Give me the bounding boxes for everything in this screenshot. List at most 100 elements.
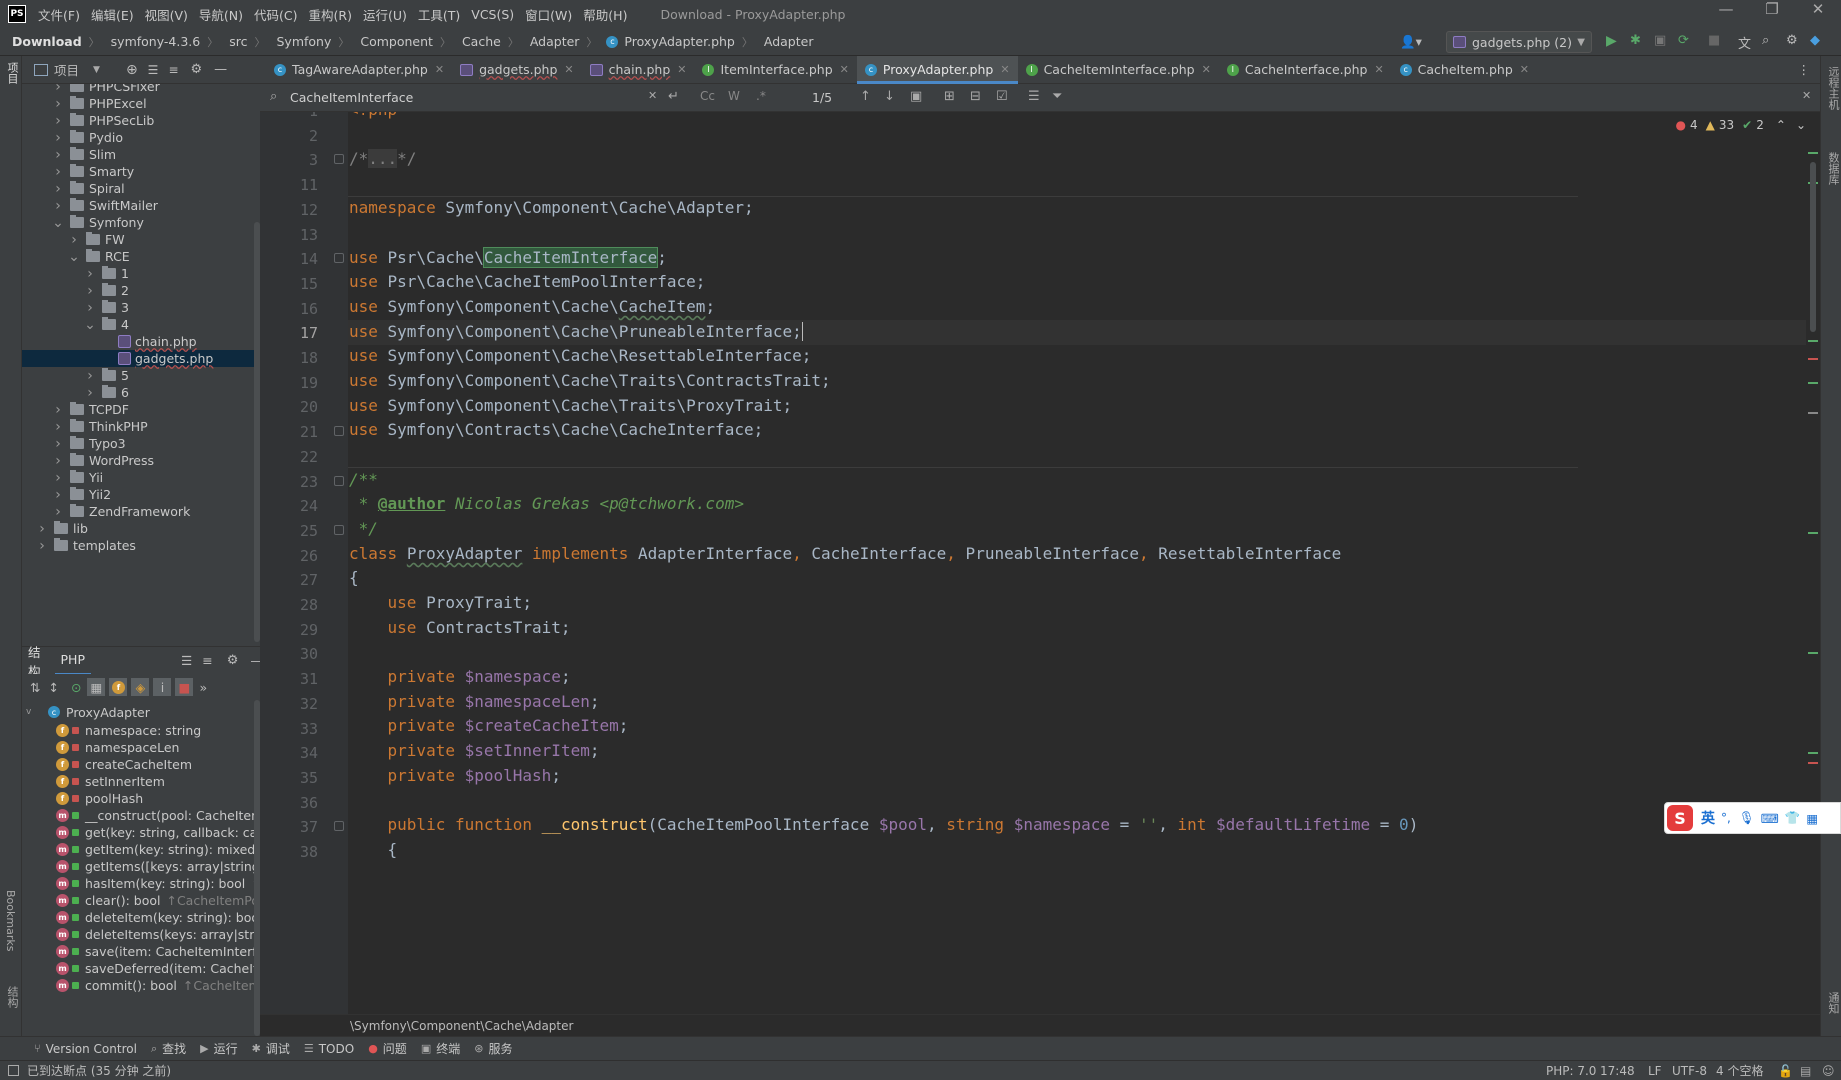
chevron-down-icon[interactable]: ⌄ — [84, 317, 96, 333]
tree-file[interactable]: gadgets.php — [22, 350, 254, 367]
tree-folder[interactable]: › 6 — [84, 384, 129, 401]
minimize-icon[interactable]: — — [1703, 0, 1749, 18]
editor-tab[interactable]: gadgets.php ✕ — [452, 56, 582, 84]
menu-vcs[interactable]: VCS(S) — [471, 7, 514, 22]
version-control-button[interactable]: ⑂ Version Control — [34, 1042, 137, 1056]
structure-member[interactable]: mhasItem(key: string): bool↑CacheItemPo — [56, 875, 260, 892]
chevron-right-icon[interactable]: › — [52, 147, 64, 163]
filter-options-icon[interactable]: ☰ — [1028, 89, 1040, 104]
close-tab-icon[interactable]: ✕ — [435, 63, 444, 76]
skin-icon[interactable]: 👕 — [1785, 810, 1801, 826]
ime-toolbar[interactable]: S 英 °, 🎙 ⌨ 👕 ▦ — [1664, 802, 1841, 834]
editor-tab[interactable]: c ProxyAdapter.php ✕ — [856, 55, 1018, 84]
chevron-right-icon[interactable]: › — [52, 198, 64, 214]
run-config-select[interactable]: gadgets.php (2) ▼ — [1446, 31, 1592, 53]
chevron-right-icon[interactable]: › — [52, 84, 64, 95]
fold-icon[interactable] — [334, 525, 344, 535]
ime-language[interactable]: 英 — [1701, 808, 1715, 828]
chevron-right-icon[interactable]: › — [52, 164, 64, 180]
tree-folder[interactable]: › TCPDF — [52, 401, 129, 418]
line-separator[interactable]: LF — [1648, 1064, 1662, 1078]
close-find-icon[interactable]: ✕ — [1802, 89, 1811, 102]
editor-tab[interactable]: chain.php ✕ — [582, 56, 695, 84]
tree-folder[interactable]: › 3 — [84, 299, 129, 316]
chevron-right-icon[interactable]: › — [84, 300, 96, 316]
structure-member[interactable]: m commit(): bool ↑CacheItem — [56, 977, 260, 994]
remote-host-tool-button[interactable]: 远程主机 — [1825, 66, 1841, 110]
structure-member[interactable]: m clear(): bool ↑CacheItemPo — [56, 892, 259, 909]
chevron-right-icon[interactable]: › — [52, 487, 64, 503]
structure-tool-button[interactable]: 结构 — [4, 986, 20, 1008]
chevron-down-icon[interactable]: ⌄ — [68, 249, 80, 265]
tree-folder[interactable]: › Slim — [52, 146, 116, 163]
chevron-right-icon[interactable]: › — [84, 266, 96, 282]
close-tab-icon[interactable]: ✕ — [677, 63, 686, 76]
inspection-widget[interactable]: ● 4 ▲ 33 ✔ 2 ⌃ ⌄ — [1676, 118, 1806, 132]
crumb-adapter[interactable]: Adapter — [530, 34, 580, 49]
user-icon[interactable]: 👤▾ — [1400, 34, 1422, 50]
menu-file[interactable]: 文件(F) — [38, 5, 80, 24]
locate-icon[interactable]: ⊕ — [126, 62, 138, 78]
structure-member[interactable]: m __construct(pool: CacheItem — [56, 807, 260, 824]
chevron-right-icon[interactable]: › — [52, 96, 64, 112]
structure-member[interactable]: m save(item: CacheItemInterfa — [56, 943, 260, 960]
settings-icon[interactable]: ⚙ — [1786, 33, 1798, 48]
more-icon[interactable]: » — [199, 680, 207, 695]
error-stripe[interactable] — [1806, 112, 1820, 1014]
chevron-right-icon[interactable]: › — [84, 368, 96, 384]
code-breadcrumb[interactable]: \Symfony\Component\Cache\Adapter — [260, 1014, 1820, 1036]
previous-highlight-icon[interactable]: ⌃ — [1776, 118, 1786, 132]
editor-tab[interactable]: I ItemInterface.php ✕ — [694, 56, 856, 84]
expand-all-icon[interactable]: ☰ — [181, 653, 192, 668]
structure-member[interactable]: f createCacheItem — [56, 756, 192, 773]
crumb-symfony[interactable]: Symfony — [276, 34, 331, 49]
expand-all-icon[interactable]: ☰ — [148, 63, 159, 77]
structure-member[interactable]: f namespaceLen — [56, 739, 179, 756]
remove-occurrence-icon[interactable]: ⊟ — [970, 89, 981, 104]
collapse-all-icon[interactable]: ≡ — [168, 63, 178, 77]
memory-icon[interactable]: ▤ — [1800, 1064, 1811, 1078]
tree-folder[interactable]: ⌄ RCE — [68, 248, 130, 265]
bookmarks-tool-button[interactable]: Bookmarks — [4, 890, 17, 951]
tree-folder[interactable]: › 2 — [84, 282, 129, 299]
chevron-right-icon[interactable]: › — [68, 232, 80, 248]
code-editor[interactable]: 1231112131415161718192021222324252627282… — [260, 112, 1820, 1014]
chevron-right-icon[interactable]: › — [52, 470, 64, 486]
sort-icon[interactable]: ⇅ — [30, 680, 40, 695]
structure-member[interactable]: m get(key: string, callback: cal — [56, 824, 260, 841]
tree-folder[interactable]: › PHPSecLib — [52, 112, 154, 129]
close-tab-icon[interactable]: ✕ — [1374, 63, 1383, 76]
tree-folder[interactable]: › Yii2 — [52, 486, 111, 503]
chevron-right-icon[interactable]: › — [52, 113, 64, 129]
menu-tools[interactable]: 工具(T) — [418, 5, 460, 24]
tree-folder[interactable]: › SwiftMailer — [52, 197, 158, 214]
tab-php[interactable]: PHP — [54, 647, 91, 675]
tree-folder[interactable]: › ThinkPHP — [52, 418, 147, 435]
structure-member[interactable]: f setInnerItem — [56, 773, 165, 790]
panel-toggle-icon[interactable] — [8, 1065, 19, 1076]
tree-folder[interactable]: ⌄ 4 — [84, 316, 129, 333]
microphone-icon[interactable]: 🎙 — [1739, 810, 1755, 826]
crumb-src[interactable]: src — [229, 34, 247, 49]
menu-refactor[interactable]: 重构(R) — [309, 5, 352, 24]
run-icon[interactable]: ▶ — [1606, 33, 1617, 49]
constants-icon[interactable]: ◈ — [131, 678, 150, 696]
editor-tab[interactable]: I CacheItemInterface.php ✕ — [1018, 56, 1219, 84]
chevron-right-icon[interactable]: › — [52, 453, 64, 469]
menu-code[interactable]: 代码(C) — [254, 5, 297, 24]
fold-icon[interactable] — [334, 253, 344, 263]
chevron-right-icon[interactable]: › — [52, 181, 64, 197]
next-match-icon[interactable]: ↓ — [884, 89, 895, 104]
fold-icon[interactable] — [334, 476, 344, 486]
tree-folder[interactable]: › PHPCSFixer — [52, 84, 160, 95]
crumb-symfony-dir[interactable]: symfony-4.3.6 — [111, 34, 201, 49]
find-button[interactable]: ⌕ 查找 — [151, 1040, 186, 1057]
indent-setting[interactable]: 4 个空格 — [1716, 1062, 1763, 1079]
structure-root[interactable]: v c ProxyAdapter — [26, 702, 150, 722]
project-view-select[interactable]: 项目 — [54, 60, 79, 79]
chevron-right-icon[interactable]: › — [52, 402, 64, 418]
gear-icon[interactable]: ⚙ — [191, 62, 203, 77]
tree-folder[interactable]: › WordPress — [52, 452, 154, 469]
stop-icon[interactable]: ■ — [1708, 33, 1720, 48]
search-input[interactable]: CacheItemInterface — [290, 90, 620, 105]
